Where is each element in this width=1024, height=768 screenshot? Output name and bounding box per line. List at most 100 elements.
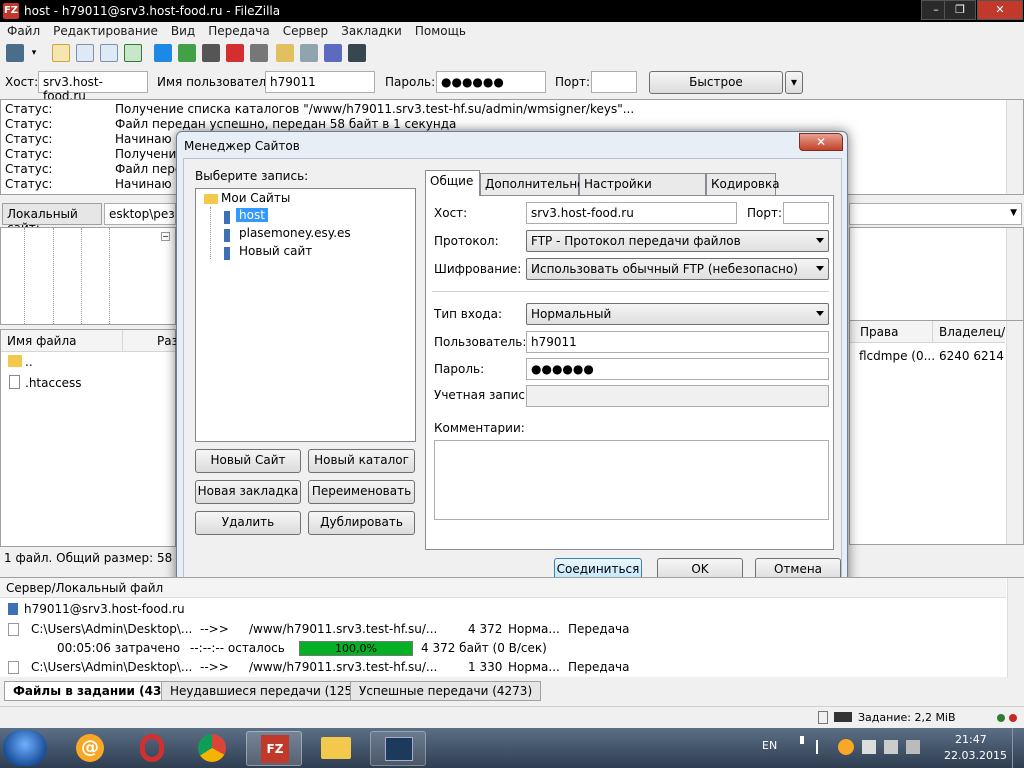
quickconnect-button[interactable]: Быстрое соединение xyxy=(649,71,783,109)
taskbar-explorer-icon[interactable] xyxy=(308,731,364,766)
col-filename[interactable]: Имя файла xyxy=(7,334,77,348)
new-folder-button[interactable]: Новый каталог xyxy=(308,449,415,473)
taskbar-mail-icon[interactable]: @ xyxy=(62,731,118,766)
duplicate-button[interactable]: Дублировать xyxy=(308,511,415,535)
taskbar-app-icon[interactable] xyxy=(370,731,426,766)
tab-successful-transfers[interactable]: Успешные передачи (4273) xyxy=(350,681,542,701)
tray-app-icon[interactable] xyxy=(838,739,854,755)
remote-path-input[interactable]: ▼ xyxy=(849,203,1022,225)
site-manager-dropdown-icon[interactable]: ▾ xyxy=(28,44,40,62)
qc-port-label: Порт: xyxy=(555,75,591,89)
file-row-parent[interactable]: .. xyxy=(25,355,33,369)
col-rights[interactable]: Права xyxy=(860,325,898,339)
queue-header[interactable]: Сервер/Локальный файл xyxy=(0,578,1006,598)
dialog-close-button[interactable]: ✕ xyxy=(799,133,843,151)
tray-network-icon[interactable] xyxy=(862,740,876,754)
taskbar-opera-icon[interactable] xyxy=(124,731,180,766)
process-queue-icon[interactable] xyxy=(178,44,196,62)
cancel-operation-icon[interactable] xyxy=(202,44,220,62)
menu-view[interactable]: Вид xyxy=(164,22,201,38)
menu-server[interactable]: Сервер xyxy=(276,22,334,38)
menu-file[interactable]: Файл xyxy=(0,22,46,38)
password-input[interactable]: ●●●●●● xyxy=(526,358,829,380)
menu-bookmarks[interactable]: Закладки xyxy=(334,22,408,38)
site-item-plasemoney[interactable]: plasemoney.esy.es xyxy=(239,226,351,240)
search-files-icon[interactable] xyxy=(348,44,366,62)
clock-time[interactable]: 21:47 xyxy=(955,733,987,746)
new-site-button[interactable]: Новый Сайт xyxy=(195,449,301,473)
site-item-host[interactable]: host xyxy=(236,208,268,222)
window-title: host - h79011@srv3.host-food.ru - FileZi… xyxy=(24,4,281,18)
remote-list-scrollbar[interactable] xyxy=(1006,321,1023,544)
comments-label: Комментарии: xyxy=(434,421,525,435)
taskbar: @ FZ EN 21:47 22.03.2015 xyxy=(0,728,1024,768)
menu-transfer[interactable]: Передача xyxy=(201,22,276,38)
toggle-local-tree-icon[interactable] xyxy=(76,44,94,62)
disconnect-icon[interactable] xyxy=(226,44,244,62)
log-line: Статус: Получение списка каталогов "/www/… xyxy=(5,102,635,116)
remote-row-rights: flcdmpe (0... xyxy=(859,349,936,363)
reconnect-icon[interactable] xyxy=(250,44,268,62)
language-indicator[interactable]: EN xyxy=(762,739,777,752)
quickconnect-dropdown-button[interactable]: ▾ xyxy=(785,71,803,94)
tree-root-my-sites[interactable]: Мои Сайты xyxy=(221,191,290,205)
taskbar-overflow-icon[interactable] xyxy=(800,736,808,744)
qc-port-input[interactable] xyxy=(591,71,637,93)
tray-monitor-icon[interactable] xyxy=(884,740,898,754)
rename-button[interactable]: Переименовать xyxy=(308,480,415,504)
delete-button[interactable]: Удалить xyxy=(195,511,301,535)
file-row-htaccess[interactable]: .htaccess xyxy=(25,376,82,390)
tab-advanced[interactable]: Дополнительно xyxy=(480,173,585,195)
host-label: Хост: xyxy=(434,206,468,220)
tab-transfer-settings[interactable]: Настройки передачи xyxy=(579,173,706,211)
remote-tree-scrollbar[interactable] xyxy=(1006,228,1023,324)
divider xyxy=(432,291,829,292)
tree-expander-icon[interactable]: − xyxy=(161,232,170,241)
log-scrollbar[interactable] xyxy=(1006,100,1023,194)
menu-edit[interactable]: Редактирование xyxy=(46,22,164,38)
action-center-flag-icon[interactable] xyxy=(816,740,828,754)
toggle-log-icon[interactable] xyxy=(52,44,70,62)
show-desktop-button[interactable] xyxy=(1012,728,1024,768)
filter-icon[interactable] xyxy=(276,44,294,62)
toggle-remote-tree-icon[interactable] xyxy=(100,44,118,62)
logon-type-select[interactable]: Нормальный xyxy=(526,303,829,325)
taskbar-chrome-icon[interactable] xyxy=(184,731,240,766)
tray-volume-icon[interactable] xyxy=(906,740,920,754)
start-button-icon[interactable] xyxy=(3,730,47,766)
site-manager-icon[interactable] xyxy=(6,44,24,62)
tab-general[interactable]: Общие xyxy=(425,170,480,196)
close-window-button[interactable]: ✕ xyxy=(977,0,1023,20)
new-bookmark-button[interactable]: Новая закладка xyxy=(195,480,301,504)
file-icon xyxy=(8,623,19,636)
tab-charset[interactable]: Кодировка xyxy=(706,173,780,195)
qc-user-label: Имя пользователя xyxy=(157,75,274,89)
menu-help[interactable]: Помощь xyxy=(408,22,472,38)
queue-scrollbar[interactable] xyxy=(1007,578,1024,678)
tab-queued-files[interactable]: Файлы в задании (435) xyxy=(4,681,185,701)
host-input[interactable]: srv3.host-food.ru xyxy=(526,202,737,224)
col-size[interactable]: Раз xyxy=(122,330,178,352)
qc-pass-input[interactable]: ●●●●●● xyxy=(436,71,546,93)
queue-server: h79011@srv3.host-food.ru xyxy=(24,602,185,616)
comments-textarea[interactable] xyxy=(434,440,829,520)
qc-user-input[interactable]: h79011 xyxy=(265,71,375,93)
maximize-button[interactable]: ❐ xyxy=(944,0,976,20)
taskbar-filezilla-icon[interactable]: FZ xyxy=(246,731,302,766)
col-owner[interactable]: Владелец/... xyxy=(932,321,1017,343)
toggle-queue-icon[interactable] xyxy=(124,44,142,62)
port-input[interactable] xyxy=(783,202,829,224)
qc-pass-label: Пароль: xyxy=(385,75,436,89)
dir-compare-icon[interactable] xyxy=(300,44,318,62)
protocol-select[interactable]: FTP - Протокол передачи файлов xyxy=(526,230,829,252)
local-path-input[interactable]: esktop\резе xyxy=(104,203,176,225)
site-item-new-site[interactable]: Новый сайт xyxy=(239,244,312,258)
clock-date[interactable]: 22.03.2015 xyxy=(944,749,1007,762)
tab-failed-transfers[interactable]: Неудавшиеся передачи (125) xyxy=(161,681,366,701)
user-input[interactable]: h79011 xyxy=(526,331,829,353)
encryption-select[interactable]: Использовать обычный FTP (небезопасно) xyxy=(526,258,829,280)
remote-path-dropdown-icon[interactable]: ▼ xyxy=(1010,208,1017,218)
refresh-icon[interactable] xyxy=(154,44,172,62)
sync-browse-icon[interactable] xyxy=(324,44,342,62)
qc-host-input[interactable]: srv3.host-food.ru xyxy=(38,71,148,103)
